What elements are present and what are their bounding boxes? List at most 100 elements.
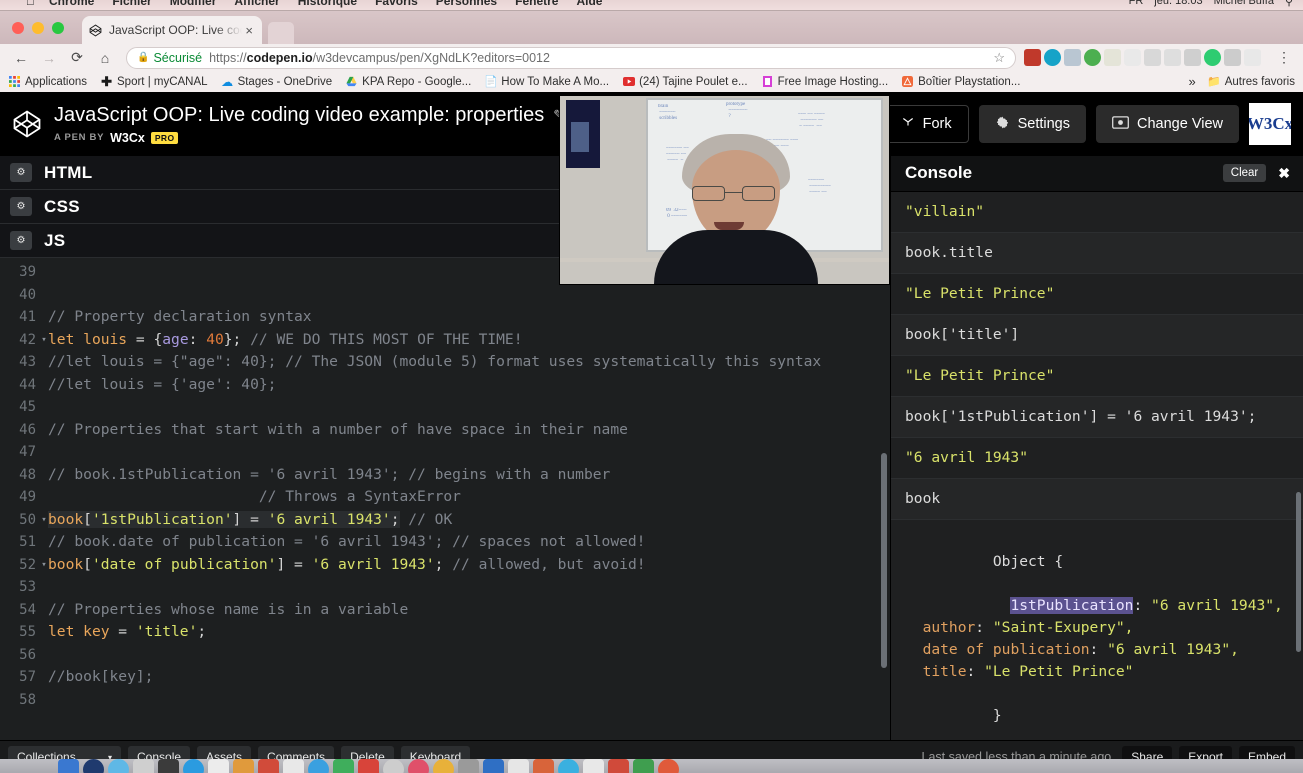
avatar[interactable]: W3Cx (1249, 103, 1291, 145)
code-line[interactable]: 40 (0, 284, 890, 307)
code-line[interactable]: 54 // Properties whose name is in a varia… (0, 599, 890, 622)
new-tab-button[interactable] (268, 22, 294, 44)
extension-icon-10[interactable] (1224, 49, 1241, 66)
extension-icon-5[interactable] (1104, 49, 1121, 66)
bookmark-other-favorites[interactable]: 📁 Autres favoris (1207, 75, 1295, 89)
dock-icon-24[interactable] (658, 759, 679, 773)
bookmark-sport-mycanal[interactable]: ✚ Sport | myCANAL (100, 74, 208, 89)
dock-icon-5[interactable] (158, 759, 179, 773)
menubar-user[interactable]: Michel Buffa (1214, 0, 1274, 7)
dock-icon-6[interactable] (183, 759, 204, 773)
dock-icon-19[interactable] (533, 759, 554, 773)
extension-icon-9[interactable] (1204, 49, 1221, 66)
bookmark-tajine-poulet[interactable]: (24) Tajine Poulet e... (622, 75, 748, 88)
code-line[interactable]: 44 //let louis = {'age': 40}; (0, 374, 890, 397)
menu-item-afficher[interactable]: Afficher (234, 0, 279, 8)
macos-dock[interactable] (0, 759, 1303, 773)
code-line[interactable]: 48 // book.1stPublication = '6 avril 1943… (0, 464, 890, 487)
pen-author-link[interactable]: W3Cx (110, 131, 145, 145)
code-line[interactable]: 55 let key = 'title'; (0, 621, 890, 644)
dock-icon-4[interactable] (133, 759, 154, 773)
code-line[interactable]: 52 ▾ book['date of publication'] = '6 avri… (0, 554, 890, 577)
change-view-button[interactable]: Change View (1096, 105, 1239, 143)
spotlight-icon[interactable]: ⚲ (1285, 0, 1293, 8)
code-line[interactable]: 51 // book.date of publication = '6 avril… (0, 531, 890, 554)
bookmark-how-to-make[interactable]: 📄 How To Make A Mo... (484, 75, 609, 89)
dock-icon-13[interactable] (358, 759, 379, 773)
console-close-icon[interactable]: ✖ (1275, 165, 1293, 182)
fold-arrow-icon[interactable]: ▾ (40, 329, 48, 352)
bookmark-boitier-playstation[interactable]: Boîtier Playstation... (901, 75, 1020, 88)
dock-icon-16[interactable] (433, 759, 454, 773)
extension-icon-3[interactable] (1064, 49, 1081, 66)
dock-icon-12[interactable] (333, 759, 354, 773)
dock-icon-17[interactable] (483, 759, 504, 773)
code-line[interactable]: 43 //let louis = {"age": 40}; // The JSON… (0, 351, 890, 374)
dock-icon-11[interactable] (308, 759, 329, 773)
dock-icon-14[interactable] (383, 759, 404, 773)
bookmark-free-image-hosting[interactable]: Free Image Hosting... (761, 75, 888, 88)
maximize-window-button[interactable] (52, 22, 64, 34)
bookmark-kpa-repo[interactable]: KPA Repo - Google... (345, 75, 471, 88)
menu-item-chrome[interactable]: Chrome (49, 0, 94, 8)
codepen-logo-icon[interactable] (12, 109, 42, 139)
menu-item-aide[interactable]: Aide (576, 0, 602, 8)
code-line[interactable]: 57 //book[key]; (0, 666, 890, 689)
settings-button[interactable]: Settings (978, 105, 1086, 143)
dock-icon-1[interactable] (58, 759, 79, 773)
gear-icon[interactable]: ⚙ (10, 231, 32, 250)
editor-scrollbar[interactable] (881, 453, 887, 668)
dock-icon-15[interactable] (408, 759, 429, 773)
reload-button[interactable]: ⟳ (64, 47, 90, 69)
menubar-clock[interactable]: jeu. 18:03 (1154, 0, 1202, 7)
code-line[interactable]: 49 // Throws a SyntaxError (0, 486, 890, 509)
dock-icon-21[interactable] (583, 759, 604, 773)
menubar-flag-icon[interactable]: FR (1129, 0, 1144, 7)
gear-icon[interactable]: ⚙ (10, 197, 32, 216)
code-line[interactable]: 41 // Property declaration syntax (0, 306, 890, 329)
code-line[interactable]: 47 (0, 441, 890, 464)
apple-icon[interactable]:  (26, 0, 35, 8)
bookmark-applications[interactable]: Applications (8, 75, 87, 88)
dock-icon-9[interactable] (258, 759, 279, 773)
extension-icon-2[interactable] (1044, 49, 1061, 66)
console-log[interactable]: "villain" book.title "Le Petit Prince" book… (891, 191, 1303, 740)
dock-icon-2[interactable] (83, 759, 104, 773)
code-line[interactable]: 53 (0, 576, 890, 599)
forward-button[interactable]: → (36, 47, 62, 69)
dock-icon-23[interactable] (633, 759, 654, 773)
code-line[interactable]: 50 ▾ book['1stPublication'] = '6 avril 194… (0, 509, 890, 532)
live-coding-video-overlay[interactable]: brain ~~~~~~ scribbles prototype ~~~~~~~… (559, 95, 890, 285)
home-button[interactable]: ⌂ (92, 47, 118, 69)
fold-arrow-icon[interactable]: ▾ (40, 509, 48, 532)
menu-item-personnes[interactable]: Personnes (436, 0, 497, 8)
extension-icon-6[interactable] (1124, 49, 1141, 66)
back-button[interactable]: ← (8, 47, 34, 69)
fork-button[interactable]: Fork (883, 105, 969, 143)
tab-close-icon[interactable]: × (242, 23, 256, 38)
dock-icon-10[interactable] (283, 759, 304, 773)
minimize-window-button[interactable] (32, 22, 44, 34)
dock-icon-3[interactable] (108, 759, 129, 773)
code-line[interactable]: 56 (0, 644, 890, 667)
menu-item-fichier[interactable]: Fichier (112, 0, 151, 8)
dock-icon-18[interactable] (508, 759, 529, 773)
code-line[interactable]: 46 // Properties that start with a number… (0, 419, 890, 442)
star-icon[interactable]: ☆ (993, 50, 1005, 66)
code-line[interactable]: 42 ▾ let louis = {age: 40}; // WE DO THIS … (0, 329, 890, 352)
menu-item-historique[interactable]: Historique (298, 0, 357, 8)
js-code-editor[interactable]: 39 40 41 // Property declaration syntax 42… (0, 258, 890, 740)
window-traffic-lights[interactable] (12, 22, 64, 34)
dock-icon-22[interactable] (608, 759, 629, 773)
extension-icon-8[interactable] (1164, 49, 1181, 66)
address-bar[interactable]: 🔒 Sécurisé https:// codepen.io /w3devcam… (126, 46, 1016, 69)
browser-tab-codepen[interactable]: JavaScript OOP: Live coding vi × (82, 16, 262, 44)
cast-icon[interactable] (1184, 49, 1201, 66)
menu-item-fenetre[interactable]: Fenêtre (515, 0, 558, 8)
console-scrollbar[interactable] (1296, 491, 1301, 652)
chrome-menu-button[interactable]: ⋮ (1273, 49, 1295, 66)
code-line[interactable]: 45 (0, 396, 890, 419)
dock-icon-20[interactable] (558, 759, 579, 773)
menu-item-modifier[interactable]: Modifier (170, 0, 217, 8)
fold-arrow-icon[interactable]: ▾ (40, 554, 48, 577)
